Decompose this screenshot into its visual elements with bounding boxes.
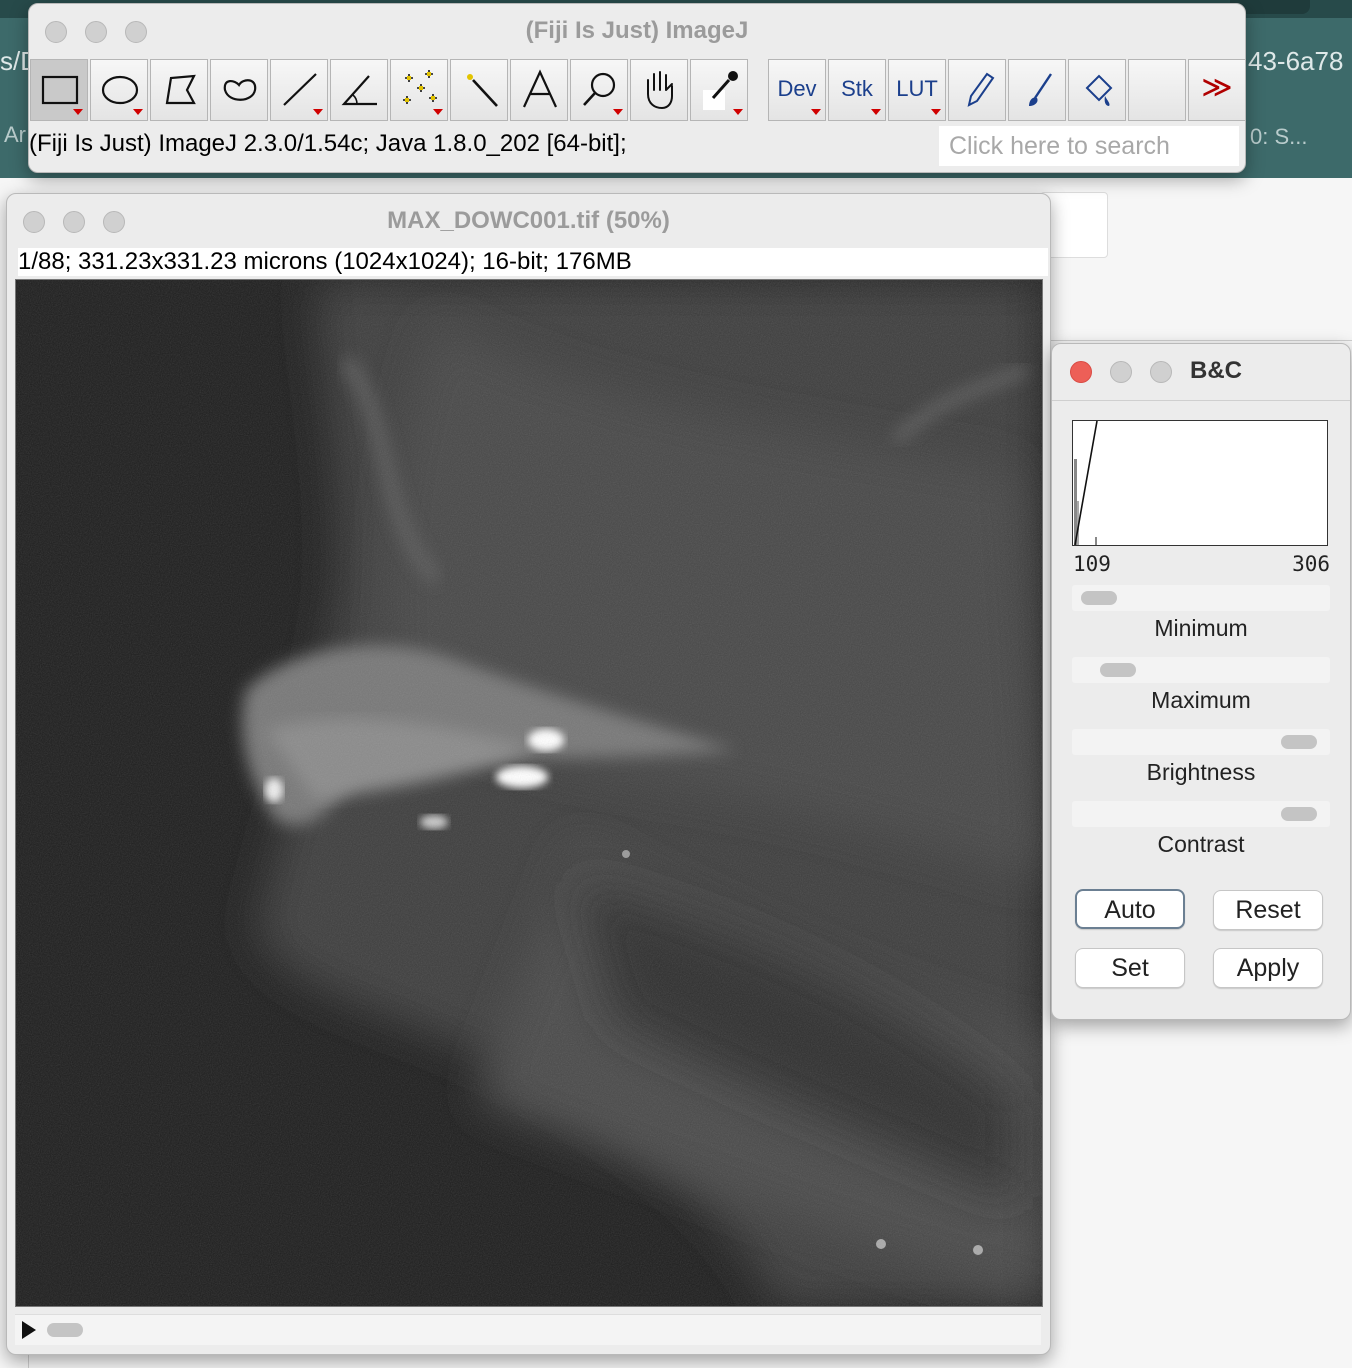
- image-canvas[interactable]: [15, 279, 1043, 1307]
- histogram: [1072, 420, 1328, 546]
- rectangle-tool[interactable]: [30, 59, 88, 121]
- histogram-plot: [1074, 420, 1098, 546]
- dropdown-indicator-icon: [73, 109, 83, 115]
- contrast-slider-knob[interactable]: [1281, 807, 1317, 821]
- stk-menu-tool[interactable]: Stk: [828, 59, 886, 121]
- dropdown-indicator-icon: [871, 109, 881, 115]
- minimize-button[interactable]: [1110, 361, 1132, 383]
- magnifier-tool[interactable]: [570, 59, 628, 121]
- background-divider: [1050, 340, 1352, 341]
- dropdown-indicator-icon: [133, 109, 143, 115]
- search-input[interactable]: Click here to search: [939, 126, 1239, 166]
- imagej-toolbar-window: (Fiji Is Just) ImageJ Dev Stk LUT ≫ (Fij…: [28, 3, 1246, 173]
- brightness-label: Brightness: [1146, 759, 1256, 785]
- imagej-titlebar[interactable]: (Fiji Is Just) ImageJ: [29, 4, 1245, 56]
- more-tools-button[interactable]: ≫: [1188, 59, 1245, 121]
- brightness-slider-knob[interactable]: [1281, 735, 1317, 749]
- close-button[interactable]: [1070, 361, 1092, 383]
- play-icon[interactable]: [22, 1321, 36, 1339]
- wand-tool[interactable]: [450, 59, 508, 121]
- minimum-slider[interactable]: [1072, 585, 1330, 611]
- hand-tool[interactable]: [630, 59, 688, 121]
- hand-icon: [647, 71, 673, 110]
- dropdown-indicator-icon: [313, 109, 323, 115]
- histogram-max-label: 306: [1292, 552, 1330, 576]
- stk-label: Stk: [841, 76, 873, 101]
- stack-slider[interactable]: [15, 1314, 1041, 1345]
- dropdown-indicator-icon: [733, 109, 743, 115]
- window-title: (Fiji Is Just) ImageJ: [525, 17, 749, 44]
- maximum-slider[interactable]: [1072, 657, 1330, 683]
- dev-label: Dev: [777, 76, 817, 101]
- flood-fill-tool[interactable]: [1068, 59, 1126, 121]
- freehand-icon: [223, 79, 257, 101]
- contrast-slider[interactable]: [1072, 801, 1330, 827]
- freehand-tool[interactable]: [210, 59, 268, 121]
- maximum-label: Maximum: [1151, 687, 1251, 713]
- auto-button[interactable]: Auto: [1075, 889, 1185, 929]
- window-title: B&C: [1190, 357, 1242, 384]
- brush-tool[interactable]: [1008, 59, 1066, 121]
- paint-bucket-icon: [1085, 74, 1113, 106]
- set-button[interactable]: Set: [1075, 948, 1185, 988]
- lut-label: LUT: [896, 76, 938, 101]
- lut-menu-tool[interactable]: LUT: [888, 59, 946, 121]
- pencil-tool[interactable]: [948, 59, 1006, 121]
- dev-menu-tool[interactable]: Dev: [768, 59, 826, 121]
- reset-button[interactable]: Reset: [1213, 890, 1323, 930]
- bc-titlebar[interactable]: B&C: [1052, 344, 1350, 396]
- brightness-slider[interactable]: [1072, 729, 1330, 755]
- slice-scroll-thumb[interactable]: [47, 1323, 83, 1337]
- dropdown-indicator-icon: [811, 109, 821, 115]
- status-bar: (Fiji Is Just) ImageJ 2.3.0/1.54c; Java …: [29, 130, 627, 157]
- oval-tool[interactable]: [90, 59, 148, 121]
- minimum-label: Minimum: [1154, 615, 1248, 641]
- more-tools-icon: ≫: [1201, 71, 1233, 104]
- color-picker-tool[interactable]: [690, 59, 748, 121]
- brightness-contrast-window: B&C 109 306 Minimum Maximum Brightness C…: [1051, 343, 1351, 1020]
- histogram-min-label: 109: [1073, 552, 1111, 576]
- pencil-icon: [967, 72, 995, 107]
- background-text-left-2: Ar: [4, 122, 26, 147]
- text-icon: [522, 69, 558, 108]
- apply-button[interactable]: Apply: [1213, 948, 1323, 988]
- dropdown-indicator-icon: [433, 109, 443, 115]
- contrast-label: Contrast: [1157, 831, 1245, 857]
- dropdown-indicator-icon: [613, 109, 623, 115]
- empty-tool-slot: [1128, 59, 1186, 121]
- zoom-button[interactable]: [1150, 361, 1172, 383]
- image-window: MAX_DOWC001.tif (50%) 1/88; 331.23x331.2…: [6, 193, 1051, 1355]
- image-info: 1/88; 331.23x331.23 microns (1024x1024);…: [18, 248, 1048, 276]
- window-title: MAX_DOWC001.tif (50%): [387, 207, 670, 234]
- brush-icon: [1029, 73, 1052, 106]
- background-text-right: 43-6a78: [1248, 46, 1344, 76]
- polygon-tool[interactable]: [150, 59, 208, 121]
- maximum-slider-knob[interactable]: [1100, 663, 1136, 677]
- multipoint-tool[interactable]: [390, 59, 448, 121]
- microscopy-image: [16, 280, 1042, 1306]
- text-tool[interactable]: [510, 59, 568, 121]
- background-text-right-2: 0: S...: [1250, 124, 1308, 149]
- angle-icon: [341, 75, 377, 106]
- polygon-icon: [165, 74, 196, 105]
- wand-icon: [467, 74, 498, 107]
- line-tool[interactable]: [270, 59, 328, 121]
- dropdown-indicator-icon: [931, 109, 941, 115]
- angle-tool[interactable]: [330, 59, 388, 121]
- titlebar-divider: [1052, 400, 1350, 401]
- image-titlebar[interactable]: MAX_DOWC001.tif (50%): [7, 194, 1050, 246]
- minimum-slider-knob[interactable]: [1081, 591, 1117, 605]
